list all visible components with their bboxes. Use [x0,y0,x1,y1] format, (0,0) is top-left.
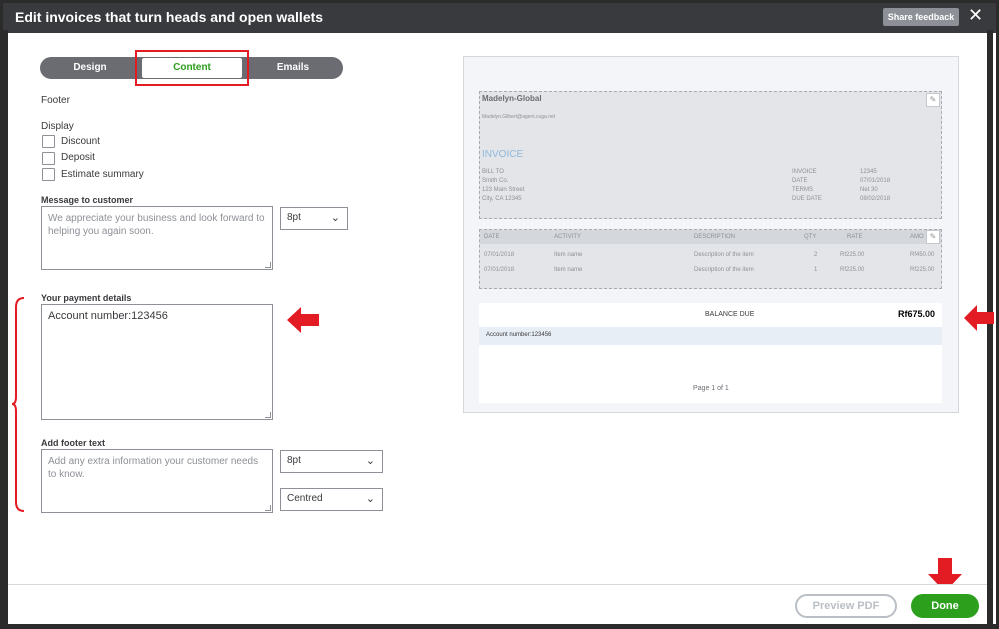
payment-details-value: Account number:123456 [48,310,168,322]
estimate-summary-checkbox[interactable] [42,168,55,181]
preview-column-header: QTY [804,234,817,240]
footer-alignment-select[interactable]: Centred ⌄ [280,488,383,511]
annotation-arrow-icon [964,305,994,331]
preview-cell: 1 [814,267,818,273]
invoice-preview: Madelyn-Global Madelyn.Gilbert@agent.cug… [463,56,959,413]
preview-cell: Description of the item [694,267,754,273]
footer-alignment-value: Centred [287,493,323,504]
preview-cell: Rf225.00 [840,252,865,258]
tab-emails[interactable]: Emails [243,57,343,79]
footer-section-heading: Footer [41,95,70,106]
preview-balance-label: BALANCE DUE [705,311,755,318]
message-font-size-select[interactable]: 8pt ⌄ [280,207,348,230]
preview-cell: Item name [554,252,583,258]
resize-grip-icon[interactable] [265,412,271,418]
preview-bill-to-label: BILL TO [482,169,504,175]
preview-balance-value: Rf675.00 [898,309,936,319]
preview-meta-label: DUE DATE [792,196,822,202]
dialog-title: Edit invoices that turn heads and open w… [15,9,324,25]
chevron-down-icon: ⌄ [365,455,375,467]
resize-grip-icon[interactable] [265,505,271,511]
discount-label: Discount [61,136,100,147]
estimate-summary-label: Estimate summary [61,169,144,180]
annotation-arrow-icon [287,307,319,333]
preview-cell: 2 [814,252,818,258]
preview-column-header: DATE [484,234,500,240]
preview-cell: Rf450.00 [910,252,935,258]
tab-design[interactable]: Design [40,57,140,79]
message-font-size-value: 8pt [287,212,301,223]
share-feedback-button[interactable]: Share feedback [883,8,959,26]
preview-column-header: AMO [910,234,924,240]
message-to-customer-label: Message to customer [41,195,134,205]
edit-pencil-icon[interactable]: ✎ [926,93,940,107]
done-button[interactable]: Done [911,594,979,618]
preview-meta-label: TERMS [792,187,813,193]
preview-meta-value: 07/01/2018 [860,178,891,184]
preview-cell: 07/01/2018 [484,252,515,258]
preview-bill-to-line: City, CA 12345 [482,196,522,202]
footer-text-label: Add footer text [41,438,105,448]
preview-meta-label: DATE [792,178,808,184]
preview-cell: Rf225.00 [910,267,935,273]
preview-company-name: Madelyn-Global [482,94,542,103]
content-tab-highlight [135,50,249,86]
preview-cell: Rf225.00 [840,267,865,273]
chevron-down-icon: ⌄ [330,212,340,224]
preview-meta-value: 08/02/2018 [860,196,891,202]
preview-bill-to-line: Smith Co. [482,178,509,184]
preview-column-header: DESCRIPTION [694,234,736,240]
footer-text-placeholder: Add any extra information your customer … [48,456,259,480]
preview-cell: Description of the item [694,252,754,258]
message-placeholder: We appreciate your business and look for… [48,213,265,237]
edit-pencil-icon[interactable]: ✎ [926,230,940,244]
deposit-label: Deposit [61,152,95,163]
preview-account-number: Account number:123456 [486,332,552,338]
discount-checkbox[interactable] [42,135,55,148]
preview-column-header: ACTIVITY [554,234,582,240]
resize-grip-icon[interactable] [265,262,271,268]
preview-page-number: Page 1 of 1 [693,385,729,392]
preview-column-header: RATE [847,234,863,240]
annotation-bracket [12,297,25,512]
left-border [0,30,8,626]
preview-email: Madelyn.Gilbert@agent.cuga.net [482,114,556,120]
close-icon[interactable]: ✕ [968,5,983,26]
bottom-border [0,624,999,629]
preview-meta-value: 12345 [860,169,877,175]
preview-bill-to-line: 123 Main Street [482,187,525,193]
chevron-down-icon: ⌄ [365,493,375,505]
preview-cell: 07/01/2018 [484,267,515,273]
preview-footer-section: BALANCE DUE Rf675.00 Account number:1234… [479,303,942,403]
preview-header-section[interactable]: Madelyn-Global Madelyn.Gilbert@agent.cug… [479,91,942,219]
payment-details-input[interactable]: Account number:123456 [41,304,273,420]
deposit-checkbox[interactable] [42,152,55,165]
footer-text-input[interactable]: Add any extra information your customer … [41,449,273,513]
preview-meta-value: Net 30 [860,187,878,193]
display-label: Display [41,121,74,132]
preview-cell: Item name [554,267,583,273]
preview-pdf-button[interactable]: Preview PDF [795,594,897,618]
footer-font-size-value: 8pt [287,455,301,466]
preview-payment-details-row: Account number:123456 [479,327,942,345]
footer-font-size-select[interactable]: 8pt ⌄ [280,450,383,473]
message-to-customer-input[interactable]: We appreciate your business and look for… [41,206,273,270]
title-bar: Edit invoices that turn heads and open w… [3,3,996,33]
preview-items-table[interactable]: DATE ACTIVITY DESCRIPTION QTY RATE AMO ✎… [479,229,942,289]
payment-details-label: Your payment details [41,293,132,303]
preview-meta-label: INVOICE [792,169,817,175]
preview-invoice-title: INVOICE [482,149,524,160]
